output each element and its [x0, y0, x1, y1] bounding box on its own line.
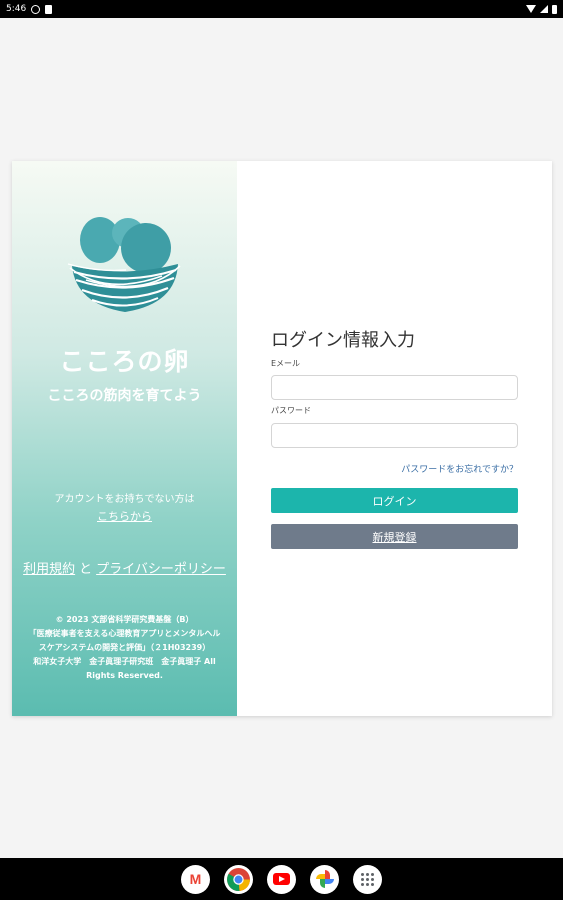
login-form: ログイン情報入力 Eメール パスワード パスワードをお忘れですか？ ログイン 新…	[237, 161, 552, 716]
login-card: こころの卵 こころの筋肉を育てよう アカウントをお持ちでない方は こちらから 利…	[12, 161, 552, 716]
status-time: 5:46	[6, 4, 27, 14]
egg-nest-logo	[67, 217, 181, 312]
terms-link[interactable]: 利用規約	[23, 562, 75, 577]
app-subtitle: こころの筋肉を育てよう	[47, 388, 202, 404]
brand-panel: こころの卵 こころの筋肉を育てよう アカウントをお持ちでない方は こちらから 利…	[12, 161, 237, 716]
youtube-icon[interactable]	[267, 864, 296, 894]
chrome-glyph	[227, 867, 250, 891]
wifi-icon	[526, 5, 536, 13]
signup-prompt-text: アカウントをお持ちでない方は	[54, 494, 195, 505]
password-label: パスワード	[271, 406, 311, 415]
and-text: と	[79, 562, 93, 577]
dock: M	[0, 858, 563, 900]
copyright-notice: © 2023 文部省科学研究費基盤（B） 「医療従事者を支える心理教育アプリとメ…	[12, 613, 237, 683]
status-bar: 5:46	[0, 0, 563, 18]
photos-glyph	[315, 870, 334, 888]
sim-card-icon	[45, 4, 53, 14]
email-label: Eメール	[271, 359, 301, 368]
legal-links: 利用規約とプライバシーポリシー	[12, 558, 237, 577]
photos-icon[interactable]	[310, 864, 339, 894]
signal-icon	[540, 5, 548, 13]
copyright-line: 「医療従事者を支える心理教育アプリとメンタルヘル	[28, 629, 221, 638]
gmail-icon[interactable]: M	[181, 864, 210, 894]
app-drawer-icon[interactable]	[353, 864, 382, 894]
forgot-password-link[interactable]: パスワードをお忘れですか？	[401, 462, 518, 475]
copyright-line: © 2023 文部省科学研究費基盤（B）	[55, 615, 194, 624]
email-field[interactable]	[271, 375, 518, 400]
form-title: ログイン情報入力	[271, 330, 415, 351]
login-button[interactable]: ログイン	[271, 488, 518, 513]
chrome-icon[interactable]	[224, 864, 253, 894]
privacy-link[interactable]: プライバシーポリシー	[96, 562, 226, 577]
copyright-line: スケアシステムの開発と評価」（２1H03239）	[38, 643, 211, 652]
battery-icon	[552, 4, 557, 14]
register-button[interactable]: 新規登録	[271, 524, 518, 549]
app-title: こころの卵	[59, 347, 190, 376]
gmail-glyph: M	[189, 871, 202, 887]
youtube-glyph	[273, 873, 290, 885]
copyright-line: 和洋女子大学 金子眞理子研究班 金子眞理子 All	[33, 657, 216, 666]
app-drawer-glyph	[361, 872, 374, 886]
copyright-line: Rights Reserved.	[86, 671, 163, 680]
signup-link[interactable]: こちらから	[12, 508, 237, 524]
sync-icon	[31, 4, 41, 14]
password-field[interactable]	[271, 423, 518, 448]
